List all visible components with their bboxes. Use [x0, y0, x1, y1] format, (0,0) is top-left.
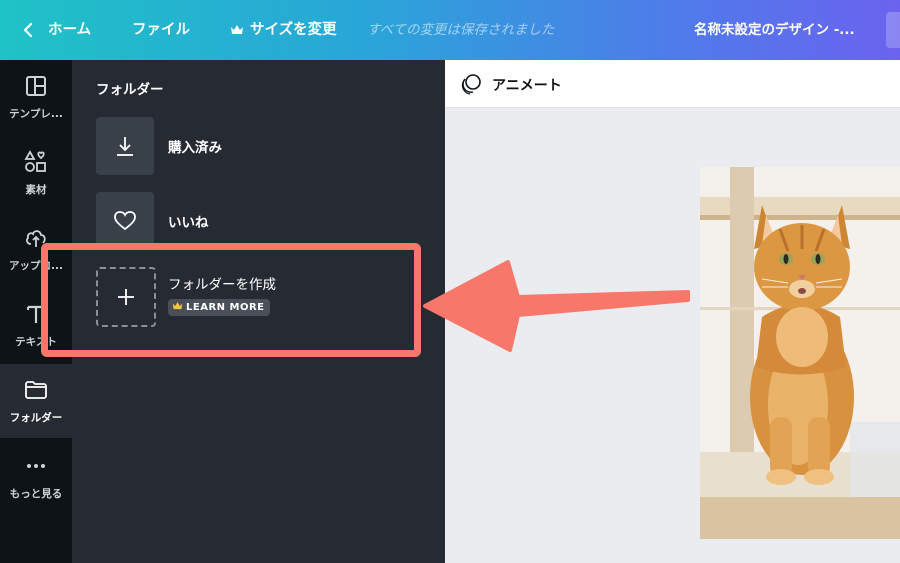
animate-icon [461, 74, 481, 95]
rail-item-elements[interactable]: 素材 [0, 136, 72, 210]
panel-title: フォルダー [96, 82, 164, 98]
folder-item-purchased[interactable]: 購入済み [96, 117, 396, 175]
heart-icon [114, 211, 136, 231]
elements-icon [24, 150, 46, 172]
rail-item-templates[interactable]: テンプレ... [0, 60, 72, 134]
chevron-left-icon [23, 22, 33, 38]
rail-item-more[interactable]: もっと見る [0, 440, 72, 514]
design-page[interactable] [700, 167, 900, 539]
download-icon [117, 137, 133, 156]
folder-thumb [96, 192, 154, 250]
animate-label: アニメート [492, 78, 562, 94]
more-icon [27, 464, 45, 468]
save-status: すべての変更は保存されました [367, 22, 555, 38]
share-button[interactable] [886, 12, 900, 48]
top-bar: ホーム ファイル サイズを変更 すべての変更は保存されました 名称未設定のデザイ… [0, 0, 900, 60]
rail-label: 素材 [25, 184, 47, 196]
rail-label: もっと見る [9, 488, 63, 500]
folder-item-liked[interactable]: いいね [96, 192, 396, 250]
file-menu-button[interactable]: ファイル [132, 0, 190, 60]
folder-thumb [96, 117, 154, 175]
cat-photo[interactable] [700, 167, 900, 539]
rail-label: フォルダー [9, 412, 63, 424]
document-title[interactable]: 名称未設定のデザイン -... [694, 0, 855, 60]
resize-label: サイズを変更 [250, 22, 337, 38]
crown-icon [231, 25, 243, 34]
template-icon [26, 76, 46, 96]
folder-name: いいね [168, 215, 209, 231]
editor-toolbar: アニメート [445, 60, 900, 108]
rail-label: テンプレ... [9, 108, 63, 120]
annotation-highlight-box [41, 243, 421, 357]
folder-name: 購入済み [168, 140, 222, 156]
rail-item-folders[interactable]: フォルダー [0, 364, 72, 438]
editor-canvas-area: アニメート [445, 60, 900, 563]
folder-icon [25, 381, 47, 399]
home-label: ホーム [48, 22, 92, 38]
